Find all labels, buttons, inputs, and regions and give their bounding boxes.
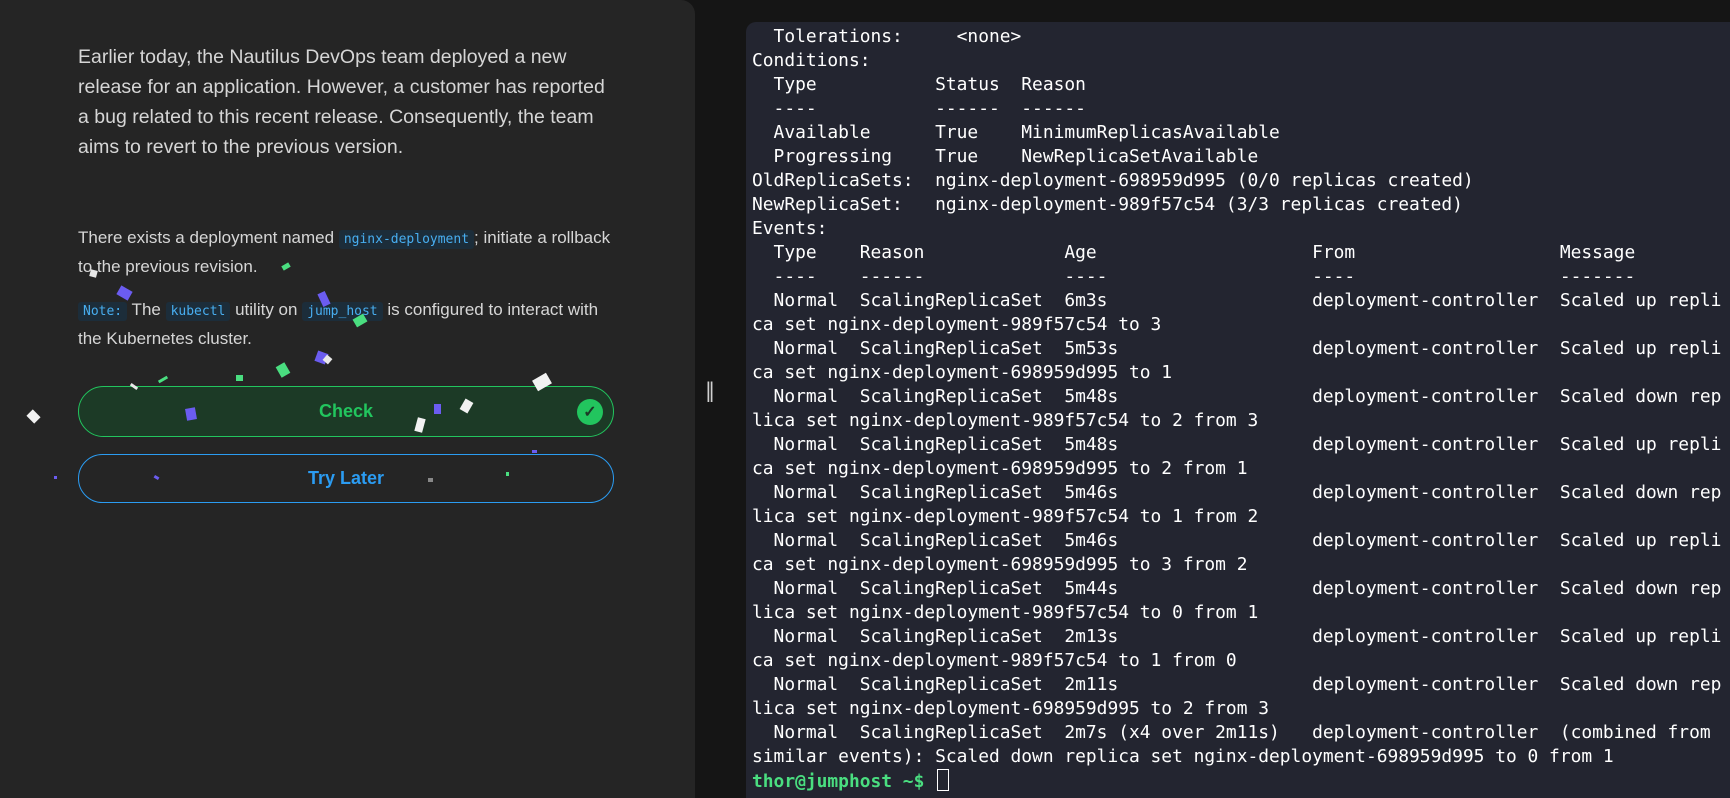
terminal-line: Available True MinimumReplicasAvailable [752, 122, 1280, 143]
terminal-line: Type Reason Age From Message [752, 242, 1636, 263]
note-text-the: The [127, 300, 166, 319]
terminal-line: Normal ScalingReplicaSet 5m44s deploymen… [752, 578, 1722, 599]
terminal-line: Normal ScalingReplicaSet 5m48s deploymen… [752, 386, 1722, 407]
terminal-line: Normal ScalingReplicaSet 2m11s deploymen… [752, 674, 1722, 695]
confetti-piece [54, 476, 57, 479]
kubectl-code: kubectl [165, 302, 231, 321]
terminal-line: ca set nginx-deployment-698959d995 to 2 … [752, 458, 1248, 479]
confetti-piece [434, 404, 441, 414]
terminal-line: ca set nginx-deployment-698959d995 to 1 [752, 362, 1173, 383]
terminal-line: Normal ScalingReplicaSet 5m53s deploymen… [752, 338, 1722, 359]
terminal-line: lica set nginx-deployment-989f57c54 to 1… [752, 506, 1259, 527]
confetti-piece [26, 409, 41, 424]
confetti-piece [157, 375, 169, 384]
task-description: Earlier today, the Nautilus DevOps team … [78, 46, 605, 158]
terminal-line: Normal ScalingReplicaSet 5m48s deploymen… [752, 434, 1722, 455]
task-panel: Earlier today, the Nautilus DevOps team … [0, 0, 695, 798]
terminal-line: Normal ScalingReplicaSet 2m7s (x4 over 2… [752, 722, 1711, 743]
terminal-output: Tolerations: <none> Conditions: Type Stat… [752, 25, 1721, 769]
instruction-text-start: There exists a deployment named [78, 228, 339, 247]
terminal-line: NewReplicaSet: nginx-deployment-989f57c5… [752, 194, 1463, 215]
confetti-piece [428, 478, 433, 482]
deployment-name-code: nginx-deployment [338, 230, 475, 249]
confetti-piece [275, 362, 291, 378]
terminal-prompt: thor@jumphost ~$ [752, 771, 936, 792]
terminal-panel[interactable]: Tolerations: <none> Conditions: Type Stat… [746, 22, 1730, 798]
terminal-line: ---- ------ ------ [752, 98, 1086, 119]
terminal-line: Progressing True NewReplicaSetAvailable [752, 146, 1259, 167]
confetti-piece [236, 375, 243, 381]
terminal-line: Normal ScalingReplicaSet 6m3s deployment… [752, 290, 1722, 311]
check-button-label: Check [318, 401, 374, 421]
task-note: Note: The kubectl utility on jump_host i… [78, 296, 618, 352]
terminal-line: similar events): Scaled down replica set… [752, 746, 1614, 767]
terminal-cursor [937, 769, 950, 791]
terminal-line: Normal ScalingReplicaSet 5m46s deploymen… [752, 482, 1722, 503]
terminal-line: ca set nginx-deployment-989f57c54 to 1 f… [752, 650, 1237, 671]
terminal-line: ca set nginx-deployment-989f57c54 to 3 [752, 314, 1162, 335]
confetti-piece [506, 472, 509, 476]
try-later-button-label: Try Later [307, 468, 385, 488]
terminal-line: lica set nginx-deployment-989f57c54 to 0… [752, 602, 1259, 623]
terminal-line: Normal ScalingReplicaSet 5m46s deploymen… [752, 530, 1722, 551]
terminal-line: Tolerations: <none> [752, 26, 1022, 47]
terminal-line: Type Status Reason [752, 74, 1086, 95]
terminal-line: Events: [752, 218, 828, 239]
check-circle-icon: ✓ [577, 399, 603, 425]
confetti-piece [185, 407, 197, 421]
task-instruction: There exists a deployment named nginx-de… [78, 224, 618, 280]
terminal-line: lica set nginx-deployment-698959d995 to … [752, 698, 1270, 719]
check-button[interactable]: Check ✓ [78, 386, 614, 437]
terminal-line: Conditions: [752, 50, 871, 71]
terminal-prompt-line[interactable]: thor@jumphost ~$ [752, 769, 950, 794]
terminal-line: OldReplicaSets: nginx-deployment-698959d… [752, 170, 1474, 191]
panel-splitter-handle[interactable]: ‖ [705, 378, 715, 402]
confetti-piece [532, 450, 537, 453]
jump-host-code: jump_host [302, 302, 383, 321]
note-text-middle: utility on [230, 300, 303, 319]
terminal-line: ca set nginx-deployment-698959d995 to 3 … [752, 554, 1248, 575]
terminal-line: ---- ------ ---- ---- ------- [752, 266, 1636, 287]
terminal-line: lica set nginx-deployment-989f57c54 to 2… [752, 410, 1259, 431]
note-label: Note: [78, 302, 128, 321]
terminal-line: Normal ScalingReplicaSet 2m13s deploymen… [752, 626, 1722, 647]
